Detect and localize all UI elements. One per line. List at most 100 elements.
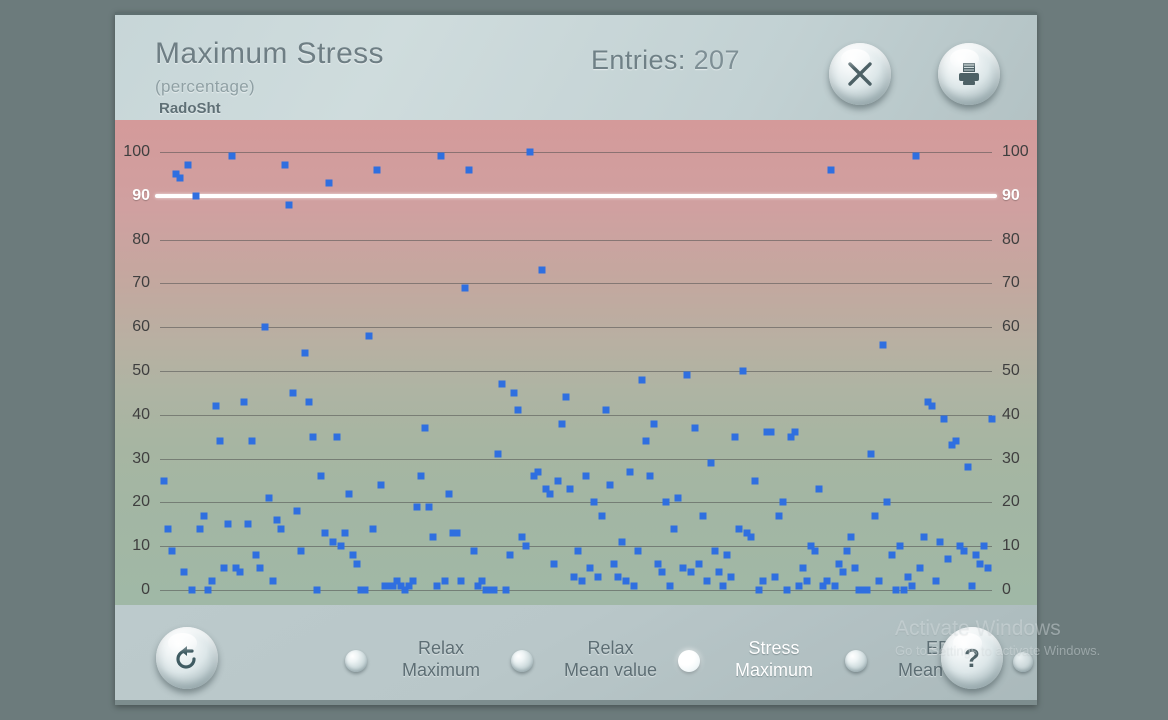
y-axis-tick-r: 0	[1002, 581, 1011, 598]
data-point	[494, 450, 502, 458]
window-header: Maximum Stress (percentage) RadoSht Entr…	[115, 15, 1037, 120]
window-footer: Relax Maximum Relax Mean value Stress Maximum…	[115, 605, 1037, 705]
data-point	[160, 477, 168, 484]
data-point	[550, 560, 558, 568]
series-option-3[interactable]: Stress Maximum	[710, 637, 838, 681]
data-point	[638, 376, 646, 384]
data-point	[309, 433, 317, 441]
data-point	[871, 512, 879, 520]
y-axis-tick-l: 30	[132, 449, 150, 467]
print-icon	[959, 63, 979, 85]
data-point	[590, 498, 598, 506]
data-point	[888, 551, 896, 559]
data-point	[293, 507, 301, 515]
data-point	[839, 568, 847, 576]
data-point	[936, 538, 944, 546]
gridline	[160, 371, 992, 372]
data-point	[333, 433, 341, 441]
series-option-2[interactable]: Relax Mean value	[543, 637, 678, 681]
data-point	[256, 564, 264, 572]
data-point	[586, 564, 594, 572]
close-button[interactable]	[829, 43, 891, 105]
data-point	[526, 148, 534, 156]
help-button[interactable]: ?	[941, 627, 1003, 689]
data-point	[952, 437, 960, 445]
data-point	[767, 428, 775, 436]
radio-led-4[interactable]	[845, 650, 867, 672]
data-point	[208, 577, 216, 585]
data-point	[795, 582, 803, 590]
data-point	[815, 485, 823, 493]
data-point	[224, 520, 232, 528]
data-point	[602, 406, 610, 414]
data-point	[771, 573, 779, 581]
print-button[interactable]	[938, 43, 1000, 105]
data-point	[200, 512, 208, 520]
data-point	[377, 481, 385, 489]
data-point	[674, 494, 682, 502]
data-point	[445, 490, 453, 498]
gridline	[160, 283, 992, 285]
data-point	[417, 472, 425, 480]
data-point	[365, 332, 373, 340]
data-point	[783, 586, 791, 594]
close-icon	[848, 62, 872, 86]
data-point	[594, 573, 602, 581]
gridline	[160, 414, 992, 416]
data-point	[176, 174, 184, 182]
data-point	[875, 577, 883, 585]
data-point	[502, 586, 510, 594]
data-point	[735, 525, 743, 533]
data-point	[831, 582, 839, 590]
y-axis-tick-l: 20	[132, 493, 150, 511]
data-point	[658, 568, 666, 576]
data-point	[570, 573, 578, 581]
data-point	[843, 547, 851, 555]
data-point	[851, 564, 859, 572]
data-point	[896, 542, 904, 550]
data-point	[799, 564, 807, 572]
radio-led-2[interactable]	[511, 650, 533, 672]
data-point	[518, 533, 526, 541]
data-point	[441, 577, 449, 585]
data-point	[192, 192, 200, 200]
radio-led-1[interactable]	[345, 650, 367, 672]
y-axis-tick-l: 10	[132, 537, 150, 555]
data-point	[626, 468, 634, 476]
data-point	[835, 560, 843, 568]
data-point	[662, 498, 670, 506]
data-point	[498, 380, 506, 388]
data-point	[261, 323, 268, 331]
data-point	[273, 516, 281, 524]
gridline	[160, 458, 992, 460]
radio-led-3[interactable]	[678, 650, 700, 672]
data-point	[248, 437, 256, 445]
data-point	[204, 586, 212, 594]
y-axis-tick-r: 80	[1002, 230, 1020, 248]
data-point	[409, 577, 417, 585]
y-axis-tick-r: 90	[1002, 186, 1020, 204]
data-point	[731, 433, 739, 441]
data-point	[574, 547, 582, 555]
data-point	[578, 577, 586, 585]
y-axis-tick-l: 0	[141, 581, 150, 598]
data-point	[666, 582, 674, 590]
data-point	[164, 525, 172, 533]
data-point	[297, 547, 305, 555]
series-option-1[interactable]: Relax Maximum	[377, 637, 505, 681]
data-point	[470, 547, 477, 555]
data-point	[779, 498, 787, 506]
data-point	[715, 568, 723, 576]
reset-button[interactable]	[156, 627, 218, 689]
data-point	[811, 547, 819, 555]
data-point	[554, 477, 562, 484]
radio-led-5[interactable]	[1013, 652, 1033, 672]
data-point	[610, 560, 618, 568]
page-title: Maximum Stress	[155, 37, 384, 70]
data-point	[883, 498, 891, 506]
data-point	[349, 551, 357, 559]
data-point	[369, 525, 377, 533]
data-point	[413, 503, 421, 511]
data-point	[847, 533, 855, 541]
y-axis-tick-r: 10	[1002, 537, 1020, 555]
